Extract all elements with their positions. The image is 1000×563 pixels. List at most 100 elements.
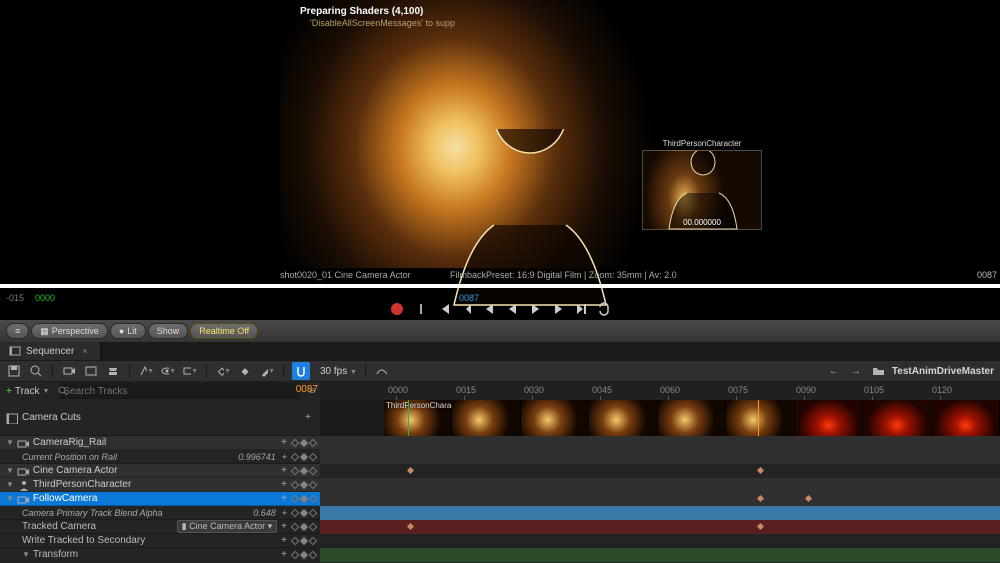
lit-dropdown[interactable]: ●Lit: [110, 323, 146, 339]
loop-button[interactable]: [597, 302, 611, 316]
perspective-dropdown[interactable]: ▦Perspective: [31, 323, 108, 339]
thumbnail[interactable]: [795, 400, 863, 436]
add-section-button[interactable]: +: [281, 521, 287, 532]
close-tab-button[interactable]: ×: [82, 346, 87, 356]
view-dropdown[interactable]: ▼: [160, 363, 176, 379]
track-row[interactable]: ▼Cine Camera Actor+: [0, 464, 320, 478]
thumbnail[interactable]: ThirdPersonCharac: [384, 400, 452, 436]
skip-start-button[interactable]: [437, 302, 451, 316]
add-section-button[interactable]: +: [281, 479, 287, 490]
thumbnail[interactable]: [863, 400, 931, 436]
track-label: Camera Primary Track Blend Alpha: [22, 508, 253, 518]
track-lane[interactable]: [320, 450, 1000, 464]
autokey-button[interactable]: [237, 363, 253, 379]
save-button[interactable]: [6, 363, 22, 379]
expand-toggle[interactable]: ▼: [6, 466, 14, 475]
thumbnail[interactable]: [726, 400, 794, 436]
add-section-button[interactable]: +: [281, 465, 287, 476]
playback-dropdown[interactable]: ▼: [182, 363, 198, 379]
edit-dropdown[interactable]: ▼: [259, 363, 275, 379]
add-section-button[interactable]: +: [305, 412, 311, 423]
track-lane[interactable]: [320, 492, 1000, 506]
tick: 0120: [932, 385, 952, 395]
add-section-button[interactable]: +: [281, 437, 287, 448]
track-row[interactable]: Camera Cuts+: [0, 400, 320, 436]
pip-preview[interactable]: ThirdPersonCharacter 00.000000: [642, 150, 762, 230]
expand-toggle[interactable]: ▼: [22, 550, 30, 559]
add-section-button[interactable]: +: [281, 493, 287, 504]
camera-info: FilmbackPreset: 16:9 Digital Film | Zoom…: [450, 270, 810, 280]
track-row[interactable]: Write Tracked to Secondary+: [0, 534, 320, 548]
fps-dropdown[interactable]: 30 fps ▼: [320, 366, 357, 377]
keyframe-nav[interactable]: [292, 510, 316, 516]
frame-fwd-button[interactable]: [551, 302, 565, 316]
track-lane[interactable]: [320, 506, 1000, 520]
camera-cuts-thumbs[interactable]: ThirdPersonCharac: [384, 400, 1000, 436]
play-button[interactable]: [528, 302, 542, 316]
track-lane[interactable]: [320, 534, 1000, 548]
track-lane[interactable]: [320, 436, 1000, 450]
nav-back-button[interactable]: ←: [826, 363, 842, 379]
timeline-ruler[interactable]: 0087 00000015003000450060007500900105012…: [320, 382, 1000, 400]
track-row[interactable]: ▼FollowCamera+: [0, 492, 320, 506]
thumbnail[interactable]: [521, 400, 589, 436]
add-track-button[interactable]: + Track ▼: [0, 386, 55, 397]
track-lane[interactable]: [320, 548, 1000, 562]
keyframe-nav[interactable]: [292, 468, 316, 474]
keyframe-nav[interactable]: [292, 454, 316, 460]
track-value[interactable]: 0.648: [253, 508, 276, 518]
keyframe-nav[interactable]: [292, 524, 316, 530]
keyframe-nav[interactable]: [292, 552, 316, 558]
track-row[interactable]: Camera Primary Track Blend Alpha0.648 +: [0, 506, 320, 520]
track-value[interactable]: 0.996741: [238, 452, 276, 462]
thumbnail[interactable]: [932, 400, 1000, 436]
play-back-button[interactable]: [505, 302, 519, 316]
add-section-button[interactable]: +: [282, 508, 287, 518]
track-lane[interactable]: [320, 478, 1000, 492]
keyframe-nav[interactable]: [292, 440, 316, 446]
add-section-button[interactable]: +: [282, 452, 287, 462]
skip-end-button[interactable]: [574, 302, 588, 316]
track-row[interactable]: ▼CameraRig_Rail+: [0, 436, 320, 450]
camera-button[interactable]: [61, 363, 77, 379]
track-row[interactable]: ▼Transform+: [0, 548, 320, 562]
thumbnail[interactable]: [452, 400, 520, 436]
add-section-button[interactable]: +: [281, 535, 287, 546]
curve-editor-button[interactable]: [374, 363, 390, 379]
thumbnail[interactable]: [658, 400, 726, 436]
track-row[interactable]: ▼ ThirdPersonCharacter+: [0, 478, 320, 492]
key-dropdown[interactable]: ▼: [215, 363, 231, 379]
track-lane[interactable]: [320, 464, 1000, 478]
actor-ref[interactable]: ▮ Cine Camera Actor ▾: [177, 520, 278, 533]
frame-back-button[interactable]: [483, 302, 497, 316]
scrub-bar[interactable]: [0, 284, 1000, 288]
render-button[interactable]: [83, 363, 99, 379]
director-button[interactable]: [105, 363, 121, 379]
snap-toggle[interactable]: [292, 362, 310, 380]
keyframe-nav[interactable]: [292, 482, 316, 488]
record-button[interactable]: [391, 303, 403, 315]
expand-toggle[interactable]: ▼: [6, 438, 14, 447]
thumbnail[interactable]: [589, 400, 657, 436]
tab-sequencer[interactable]: Sequencer ×: [0, 342, 101, 360]
search-input[interactable]: [59, 383, 300, 399]
track-row[interactable]: Current Position on Rail0.996741+: [0, 450, 320, 464]
nav-fwd-button[interactable]: →: [848, 363, 864, 379]
breadcrumb[interactable]: TestAnimDriveMaster: [892, 366, 994, 377]
show-dropdown[interactable]: Show: [148, 323, 189, 339]
folder-icon[interactable]: [870, 363, 886, 379]
keyframe-nav[interactable]: [292, 538, 316, 544]
expand-toggle[interactable]: ▼: [6, 480, 14, 489]
track-label: ThirdPersonCharacter: [33, 479, 281, 490]
add-section-button[interactable]: +: [281, 549, 287, 560]
actions-dropdown[interactable]: ▼: [138, 363, 154, 379]
menu-button[interactable]: ≡: [6, 323, 29, 339]
timeline-area[interactable]: ThirdPersonCharac: [320, 400, 1000, 563]
track-row[interactable]: Tracked Camera▮ Cine Camera Actor ▾+: [0, 520, 320, 534]
track-lane[interactable]: [320, 520, 1000, 534]
step-back-button[interactable]: [460, 302, 474, 316]
realtime-toggle[interactable]: Realtime Off: [190, 323, 258, 339]
browse-button[interactable]: [28, 363, 44, 379]
expand-toggle[interactable]: ▼: [6, 494, 14, 503]
keyframe-nav[interactable]: [292, 496, 316, 502]
